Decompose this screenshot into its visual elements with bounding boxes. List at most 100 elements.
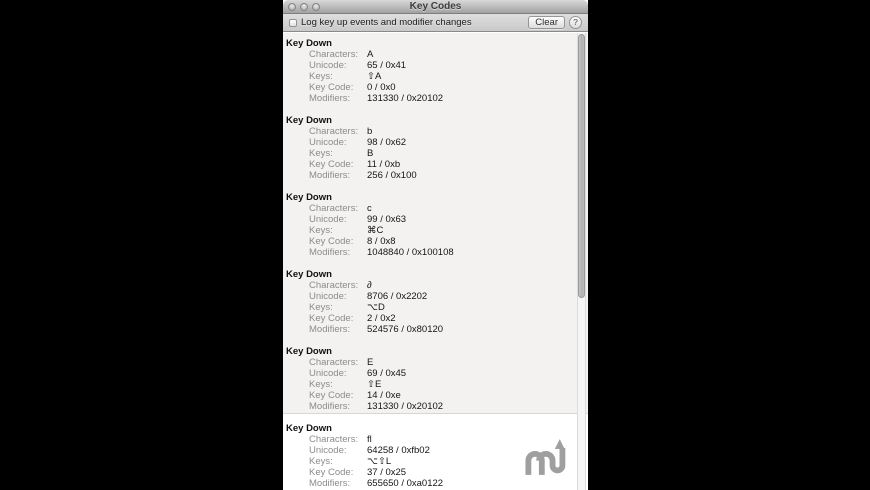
field-row: Key Code: 11 / 0xb: [309, 159, 574, 170]
field-value: A: [367, 49, 374, 60]
field-label: Characters:: [309, 126, 359, 137]
field-label: Keys:: [309, 225, 333, 236]
field-row: Key Code: 8 / 0x8: [309, 236, 574, 247]
field-label: Keys:: [309, 148, 333, 159]
field-value: 0 / 0x0: [367, 82, 396, 93]
field-label: Keys:: [309, 456, 333, 467]
field-label: Key Code:: [309, 159, 354, 170]
field-row: Key Code: 0 / 0x0: [309, 82, 574, 93]
title-bar[interactable]: Key Codes: [283, 0, 588, 14]
field-row: Keys: ⇧E: [309, 379, 574, 390]
clear-button[interactable]: Clear: [528, 16, 565, 29]
field-row: Characters: A: [309, 49, 574, 60]
field-label: Unicode:: [309, 291, 347, 302]
field-label: Characters:: [309, 357, 359, 368]
traffic-lights: [288, 3, 320, 11]
field-label: Modifiers:: [309, 478, 351, 489]
field-value: 11 / 0xb: [367, 159, 401, 170]
field-row: Unicode: 65 / 0x41: [309, 60, 574, 71]
field-label: Key Code:: [309, 236, 354, 247]
key-event-entry: Key Down Characters: c Unicode: 99 / 0x63 Key…: [286, 192, 574, 258]
key-event-entry: Key Down Characters: ∂ Unicode: 8706 / 0x220…: [286, 269, 574, 335]
field-row: Keys: ⌥D: [309, 302, 574, 313]
field-label: Characters:: [309, 49, 359, 60]
close-button[interactable]: [288, 3, 296, 11]
scrollbar-thumb[interactable]: [578, 34, 585, 298]
vertical-scrollbar[interactable]: [577, 33, 586, 490]
field-row: Modifiers: 524576 / 0x80120: [309, 324, 574, 335]
field-value: 99 / 0x63: [367, 214, 407, 225]
field-row: Unicode: 98 / 0x62: [309, 137, 574, 148]
window-title: Key Codes: [409, 0, 462, 12]
event-type-label: Key Down: [286, 269, 332, 280]
field-label: Unicode:: [309, 214, 347, 225]
field-value: ⌥D: [367, 302, 385, 313]
field-label: Keys:: [309, 379, 333, 390]
field-label: Modifiers:: [309, 170, 351, 181]
field-value: 1048840 / 0x100108: [367, 247, 454, 258]
field-value: 98 / 0x62: [367, 137, 407, 148]
field-row: Modifiers: 1048840 / 0x100108: [309, 247, 574, 258]
field-label: Keys:: [309, 302, 333, 313]
field-label: Key Code:: [309, 467, 354, 478]
field-label: Characters:: [309, 434, 359, 445]
log-scroll-area[interactable]: Key Down Characters: A Unicode: 65 / 0x41 Key…: [283, 33, 588, 490]
field-row: Modifiers: 256 / 0x100: [309, 170, 574, 181]
toolbar: Log key up events and modifier changes C…: [283, 14, 588, 32]
log-keyup-checkbox[interactable]: [289, 18, 297, 27]
field-row: Unicode: 69 / 0x45: [309, 368, 574, 379]
field-value: 2 / 0x2: [367, 313, 396, 324]
field-value: 131330 / 0x20102: [367, 93, 444, 104]
field-row: Keys: ⇧A: [309, 71, 574, 82]
log-keyup-checkbox-row[interactable]: Log key up events and modifier changes: [289, 17, 472, 28]
field-value: ⇧A: [367, 71, 382, 82]
help-button[interactable]: ?: [569, 16, 582, 29]
field-label: Keys:: [309, 71, 333, 82]
field-value: 8706 / 0x2202: [367, 291, 428, 302]
field-row: Key Code: 2 / 0x2: [309, 313, 574, 324]
field-label: Unicode:: [309, 137, 347, 148]
field-label: Characters:: [309, 280, 359, 291]
field-row: Characters: c: [309, 203, 574, 214]
macupdate-logo-icon: [525, 439, 566, 475]
field-value: 131330 / 0x20102: [367, 401, 444, 412]
field-row: Unicode: 99 / 0x63: [309, 214, 574, 225]
field-label: Characters:: [309, 203, 359, 214]
event-type-label: Key Down: [286, 423, 332, 434]
key-event-entry: Key Down Characters: b Unicode: 98 / 0x62 Key…: [286, 115, 574, 181]
field-value: 655650 / 0xa0122: [367, 478, 444, 489]
zoom-button[interactable]: [312, 3, 320, 11]
key-event-log: Key Down Characters: A Unicode: 65 / 0x41 Key…: [283, 33, 588, 489]
event-type-label: Key Down: [286, 346, 332, 357]
event-type-label: Key Down: [286, 192, 332, 203]
field-row: Characters: ∂: [309, 280, 574, 291]
event-type-label: Key Down: [286, 115, 332, 126]
field-row: Key Code: 14 / 0xe: [309, 390, 574, 401]
desktop-background: { "window": { "title": "Key Codes", "tra…: [0, 0, 870, 490]
field-row: Modifiers: 131330 / 0x20102: [309, 401, 574, 412]
field-row: Characters: E: [309, 357, 574, 368]
field-value: b: [367, 126, 373, 137]
field-label: Unicode:: [309, 368, 347, 379]
log-keyup-checkbox-label: Log key up events and modifier changes: [301, 17, 472, 28]
field-label: Modifiers:: [309, 401, 351, 412]
field-value: 65 / 0x41: [367, 60, 407, 71]
field-label: Modifiers:: [309, 93, 351, 104]
field-value: c: [367, 203, 372, 214]
field-label: Key Code:: [309, 82, 354, 93]
field-value: 14 / 0xe: [367, 390, 401, 401]
field-row: Modifiers: 655650 / 0xa0122: [309, 478, 574, 489]
field-value: 69 / 0x45: [367, 368, 407, 379]
field-label: Key Code:: [309, 390, 354, 401]
field-value: 8 / 0x8: [367, 236, 396, 247]
field-label: Key Code:: [309, 313, 354, 324]
field-value: B: [367, 148, 374, 159]
field-row: Keys: B: [309, 148, 574, 159]
field-label: Modifiers:: [309, 247, 351, 258]
event-type-label: Key Down: [286, 38, 332, 49]
minimize-button[interactable]: [300, 3, 308, 11]
key-event-entry: Key Down Characters: A Unicode: 65 / 0x41 Key…: [286, 38, 574, 104]
field-value: ⇧E: [367, 379, 382, 390]
key-event-entry: Key Down Characters: E Unicode: 69 / 0x45 Key…: [286, 346, 574, 412]
field-label: Unicode:: [309, 445, 347, 456]
